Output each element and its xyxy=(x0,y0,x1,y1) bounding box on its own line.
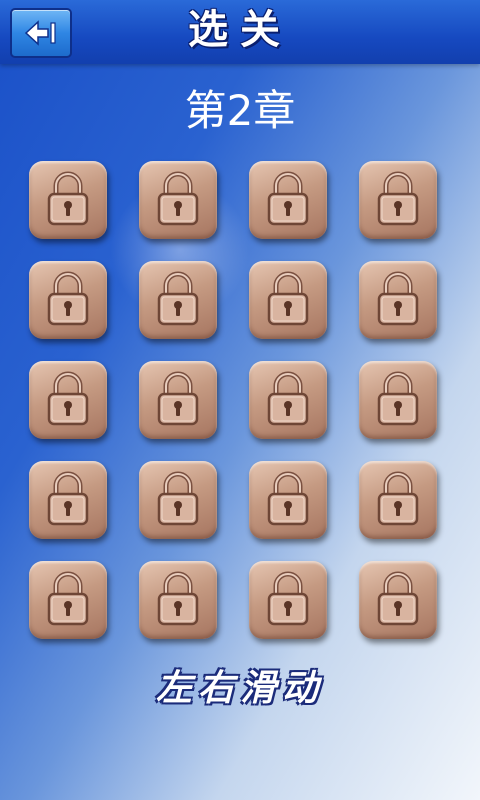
level-button-16[interactable] xyxy=(359,461,437,539)
level-button-11[interactable] xyxy=(249,361,327,439)
lock-icon xyxy=(375,569,421,631)
lock-icon xyxy=(375,269,421,331)
level-button-6[interactable] xyxy=(139,261,217,339)
lock-icon xyxy=(155,569,201,631)
level-button-3[interactable] xyxy=(249,161,327,239)
lock-icon xyxy=(155,369,201,431)
lock-icon xyxy=(45,469,91,531)
level-button-7[interactable] xyxy=(249,261,327,339)
level-button-18[interactable] xyxy=(139,561,217,639)
lock-icon xyxy=(45,269,91,331)
swipe-hint: 左右滑动 xyxy=(155,668,324,709)
lock-icon xyxy=(45,569,91,631)
level-button-2[interactable] xyxy=(139,161,217,239)
lock-icon xyxy=(45,169,91,231)
lock-icon xyxy=(265,169,311,231)
level-button-5[interactable] xyxy=(29,261,107,339)
level-button-9[interactable] xyxy=(29,361,107,439)
level-button-15[interactable] xyxy=(249,461,327,539)
lock-icon xyxy=(375,469,421,531)
level-button-13[interactable] xyxy=(29,461,107,539)
level-button-12[interactable] xyxy=(359,361,437,439)
level-button-10[interactable] xyxy=(139,361,217,439)
level-button-14[interactable] xyxy=(139,461,217,539)
lock-icon xyxy=(45,369,91,431)
level-button-1[interactable] xyxy=(29,161,107,239)
lock-icon xyxy=(265,569,311,631)
lock-icon xyxy=(375,369,421,431)
lock-icon xyxy=(265,269,311,331)
lock-icon xyxy=(155,169,201,231)
level-button-19[interactable] xyxy=(249,561,327,639)
level-button-8[interactable] xyxy=(359,261,437,339)
level-button-4[interactable] xyxy=(359,161,437,239)
lock-icon xyxy=(265,469,311,531)
level-button-17[interactable] xyxy=(29,561,107,639)
lock-icon xyxy=(155,469,201,531)
level-button-20[interactable] xyxy=(359,561,437,639)
lock-icon xyxy=(155,269,201,331)
lock-icon xyxy=(265,369,311,431)
lock-icon xyxy=(375,169,421,231)
